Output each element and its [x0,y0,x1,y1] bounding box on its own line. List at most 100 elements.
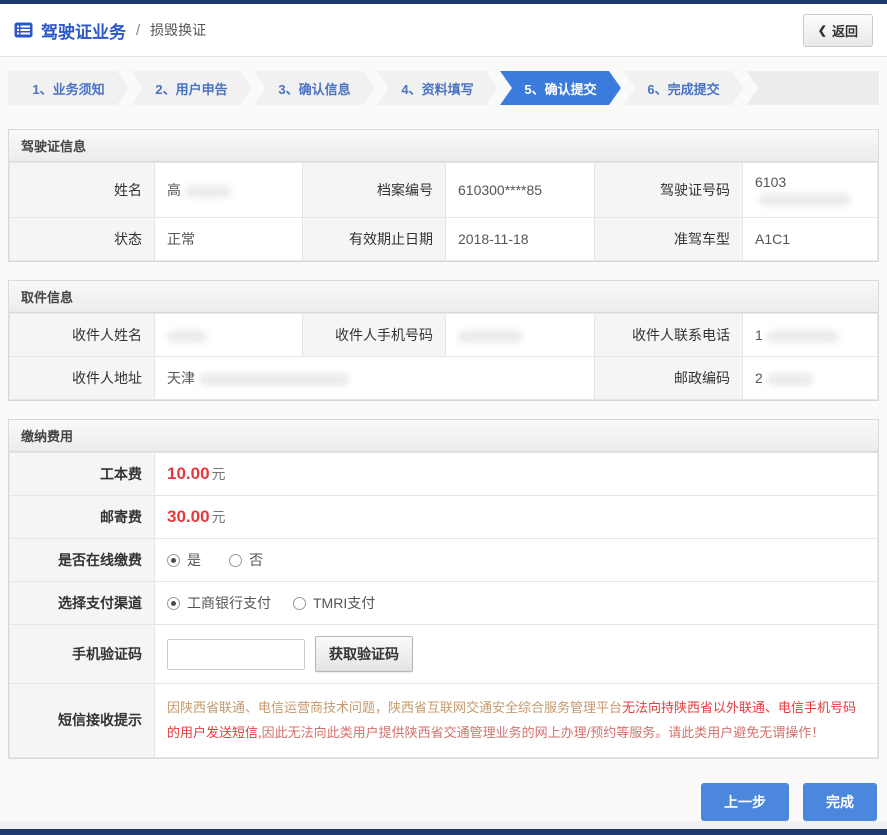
post-fee-unit: 元 [211,509,226,525]
license-info-table: 姓名 高 档案编号 610300****85 驾驶证号码 6103 状态 正常 … [9,162,878,261]
sms-notice-cell: 因陕西省联通、电信运营商技术问题，陕西省互联网交通安全综合服务管理平台无法向持陕… [154,683,878,758]
radio-no-label: 否 [249,552,263,568]
name-label: 姓名 [9,162,155,218]
redacted-value [167,329,207,343]
radio-selected-icon [167,596,180,610]
radio-channel-icbc[interactable]: 工商银行支付 [167,593,271,613]
license-no-label: 驾驶证号码 [594,162,743,218]
pickup-info-section: 取件信息 收件人姓名 收件人手机号码 收件人联系电话 1 收件人地址 天津 邮政… [8,280,879,401]
recipient-name-value [154,313,303,357]
file-no-value: 610300****85 [445,162,595,218]
radio-online-yes[interactable]: 是 [167,550,201,570]
status-label: 状态 [9,217,155,261]
finish-button[interactable]: 完成 [803,782,877,821]
step-6-complete-submit: 6、完成提交 [623,71,744,105]
page-header: 驾驶证业务 / 损毁换证 ❮ 返回 [0,4,887,57]
step-4-fill-data: 4、资料填写 [377,71,498,105]
redacted-value [199,372,349,386]
postcode-text: 2 [755,370,763,386]
table-row: 收件人地址 天津 邮政编码 2 [9,356,878,400]
captcha-cell: 获取验证码 [154,624,878,684]
license-info-section: 驾驶证信息 姓名 高 档案编号 610300****85 驾驶证号码 6103 … [8,129,879,262]
radio-channel-tmri[interactable]: TMRI支付 [293,593,375,613]
payment-channel-label: 选择支付渠道 [9,581,155,625]
table-row: 状态 正常 有效期止日期 2018-11-18 准驾车型 A1C1 [9,217,878,261]
redacted-value [759,192,851,206]
stepper-filler [746,71,879,105]
breadcrumb: 驾驶证业务 / 损毁换证 [14,18,206,43]
sms-notice-text: 因陕西省联通、电信运营商技术问题，陕西省互联网交通安全综合服务管理平台无法向持陕… [167,695,865,746]
step-3-confirm-info: 3、确认信息 [254,71,375,105]
pickup-section-title: 取件信息 [9,281,878,313]
footer-actions: 上一步 完成 [8,777,879,821]
recipient-address-text: 天津 [167,370,195,386]
step-5-confirm-submit-active: 5、确认提交 [500,71,621,105]
captcha-input[interactable] [167,638,305,670]
expiry-label: 有效期止日期 [302,217,446,261]
table-row: 手机验证码 获取验证码 [9,624,878,684]
table-row: 是否在线缴费 是 否 [9,538,878,582]
recipient-mobile-label: 收件人手机号码 [302,313,446,357]
vehicle-type-label: 准驾车型 [594,217,743,261]
page-title: 驾驶证业务 [41,22,126,42]
radio-icbc-label: 工商银行支付 [187,595,271,611]
sms-notice-label: 短信接收提示 [9,683,155,758]
payment-channel-options: 工商银行支付 TMRI支付 [154,581,878,625]
radio-yes-label: 是 [187,552,201,568]
table-row: 邮寄费 30.00 元 [9,495,878,539]
step-2-user-declaration: 2、用户申告 [131,71,252,105]
main-content: 1、业务须知 2、用户申告 3、确认信息 4、资料填写 5、确认提交 6、完成提… [0,57,887,821]
radio-online-no[interactable]: 否 [229,550,263,570]
back-button-label: 返回 [831,23,858,39]
status-value: 正常 [154,217,303,261]
captcha-label: 手机验证码 [9,624,155,684]
work-fee-value: 10.00 元 [154,452,878,496]
footer-spacer [0,820,887,829]
name-value: 高 [154,162,303,218]
previous-step-button[interactable]: 上一步 [701,782,789,821]
post-fee-value: 30.00 元 [154,495,878,539]
list-icon [14,22,33,38]
online-payment-options: 是 否 [154,538,878,582]
back-chevron-icon: ❮ [817,24,827,37]
notice-segment-1: 因陕西省联通、电信运营商技术问题，陕西省互联网交通安全综合服务管理平台 [167,700,623,715]
radio-selected-icon [167,553,180,567]
recipient-phone-value: 1 [742,313,878,357]
online-payment-label: 是否在线缴费 [9,538,155,582]
expiry-value: 2018-11-18 [445,217,595,261]
radio-tmri-label: TMRI支付 [313,595,376,611]
recipient-address-value: 天津 [154,356,595,400]
work-fee-unit: 元 [211,466,226,482]
get-captcha-button[interactable]: 获取验证码 [315,636,413,672]
bottom-accent-bar [0,828,887,835]
payment-section: 缴纳费用 工本费 10.00 元 邮寄费 30.00 元 是否在线缴费 是 否 … [8,419,879,759]
page-subtitle: 损毁换证 [150,22,207,38]
license-section-title: 驾驶证信息 [9,130,878,162]
table-row: 收件人姓名 收件人手机号码 收件人联系电话 1 [9,313,878,357]
recipient-phone-text: 1 [755,327,763,343]
breadcrumb-separator: / [136,21,141,39]
work-fee-amount: 10.00 [167,464,210,483]
vehicle-type-value: A1C1 [742,217,878,261]
recipient-name-label: 收件人姓名 [9,313,155,357]
pickup-info-table: 收件人姓名 收件人手机号码 收件人联系电话 1 收件人地址 天津 邮政编码 2 [9,313,878,400]
redacted-value [458,329,522,343]
post-fee-label: 邮寄费 [9,495,155,539]
license-no-value: 6103 [742,162,878,218]
back-button[interactable]: ❮ 返回 [802,13,873,47]
recipient-mobile-value [445,313,595,357]
table-row: 工本费 10.00 元 [9,452,878,496]
notice-segment-3: 因此无法向此类用户提供陕西省交通管理业务的网上办理/预约等服务。请此类用户避免无… [261,725,825,741]
post-fee-amount: 30.00 [167,507,210,526]
postcode-value: 2 [742,356,878,400]
name-text: 高 [167,182,181,198]
redacted-value [766,329,839,343]
license-no-text: 6103 [755,174,787,190]
radio-unselected-icon [293,596,306,610]
redacted-value [185,184,231,198]
recipient-phone-label: 收件人联系电话 [594,313,743,357]
table-row: 选择支付渠道 工商银行支付 TMRI支付 [9,581,878,625]
postcode-label: 邮政编码 [594,356,743,400]
file-no-label: 档案编号 [302,162,446,218]
recipient-address-label: 收件人地址 [9,356,155,400]
